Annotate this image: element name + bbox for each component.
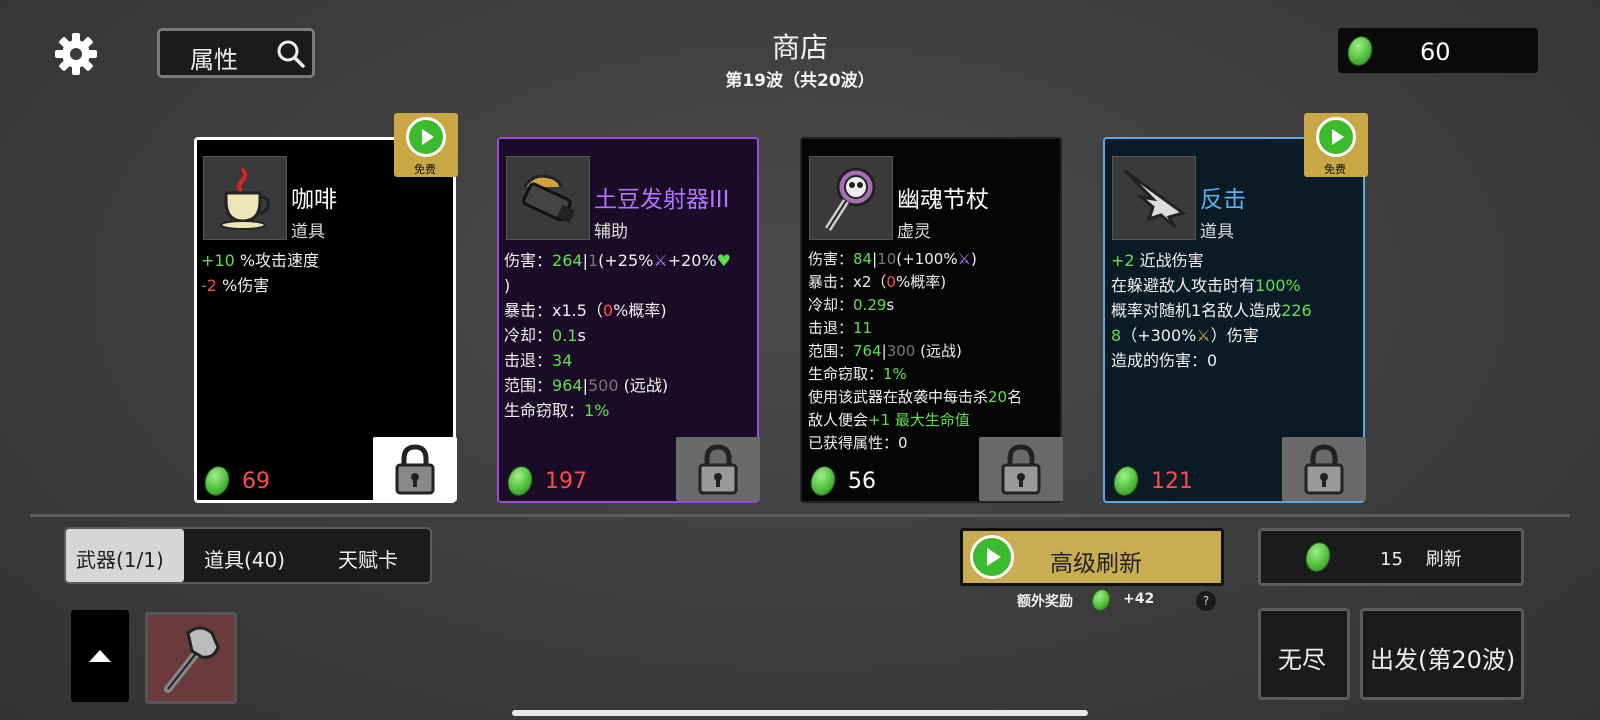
card-type: 道具 xyxy=(1200,222,1234,242)
endless-label: 无尽 xyxy=(1278,646,1326,674)
help-button[interactable]: ? xyxy=(1196,591,1216,611)
card-stat-damage: 伤害：264|1(+25%⚔+20%♥ xyxy=(504,251,732,270)
card-price: 197 xyxy=(545,469,587,494)
gear-icon[interactable] xyxy=(52,30,100,78)
card-stat: 造成的伤害：0 xyxy=(1111,351,1218,370)
lock-icon xyxy=(698,444,738,495)
lock-button[interactable] xyxy=(676,437,760,501)
lock-icon xyxy=(1001,444,1041,495)
card-price: 69 xyxy=(242,469,270,494)
coffee-icon xyxy=(203,156,287,240)
card-price: 121 xyxy=(1151,469,1193,494)
card-stat: -2 %伤害 xyxy=(201,276,270,295)
ghost-scepter-icon xyxy=(809,156,893,240)
card-stat-lifesteal: 生命窃取：1% xyxy=(808,365,907,383)
card-stat-knockback: 击退：11 xyxy=(808,319,873,337)
lock-icon xyxy=(1304,444,1344,495)
axe-icon xyxy=(164,626,220,693)
lock-button[interactable] xyxy=(979,437,1063,501)
heart-icon: ♥ xyxy=(716,251,732,270)
card-name: 土豆发射器III xyxy=(594,187,730,213)
card-stat-lifesteal: 生命窃取：1% xyxy=(504,401,610,420)
card-stat-knockback: 击退：34 xyxy=(504,351,573,370)
card-type: 道具 xyxy=(291,222,325,242)
card-name: 咖啡 xyxy=(291,187,337,213)
card-stat-gained: 已获得属性：0 xyxy=(808,434,908,452)
bonus-label: 额外奖励 xyxy=(1017,594,1073,610)
up-arrow-icon xyxy=(89,650,111,662)
lock-button[interactable] xyxy=(1282,437,1366,501)
page-title: 商店 xyxy=(771,31,828,64)
free-label: 免费 xyxy=(1324,163,1346,176)
card-stat-crit: 暴击：x2（0%概率) xyxy=(808,273,947,291)
search-icon xyxy=(277,40,305,68)
free-label: 免费 xyxy=(414,163,436,176)
lock-button[interactable] xyxy=(373,437,457,501)
start-wave-label: 出发(第20波) xyxy=(1370,646,1516,674)
coin-icon xyxy=(1089,586,1113,614)
card-stat: +2 近战伤害 xyxy=(1111,251,1204,270)
card-name: 反击 xyxy=(1200,187,1246,213)
riposte-icon xyxy=(1112,156,1196,240)
divider xyxy=(30,514,1570,517)
stats-button-label: 属性 xyxy=(190,46,238,74)
play-icon xyxy=(1316,117,1356,157)
card-stat: +10 %攻击速度 xyxy=(201,251,320,270)
home-indicator xyxy=(512,710,1088,716)
tab-weapons[interactable]: 武器(1/1) xyxy=(76,544,164,573)
card-stat-damage: 伤害：84|10(+100%⚔) xyxy=(808,250,977,268)
card-stat: ) xyxy=(504,276,511,295)
card-stat-cooldown: 冷却：0.29s xyxy=(808,296,895,314)
card-type: 虚灵 xyxy=(897,222,931,242)
card-stat-cooldown: 冷却：0.1s xyxy=(504,326,586,345)
tab-talent-cards[interactable]: 天赋卡 xyxy=(338,544,398,573)
lock-icon xyxy=(395,444,435,495)
card-stat: 概率对随机1名敌人造成226 xyxy=(1111,301,1312,320)
refresh-label: 15 刷新 xyxy=(1380,549,1462,570)
card-stat-range: 范围：964|500 (远战) xyxy=(504,376,669,395)
card-stat-range: 范围：764|300 (远战) xyxy=(808,342,962,360)
card-stat: 在躲避敌人攻击时有100% xyxy=(1111,276,1301,295)
card-stat: 8（+300%⚔）伤害 xyxy=(1111,326,1259,345)
wave-indicator: 第19波（共20波） xyxy=(725,71,875,91)
play-icon xyxy=(970,535,1014,579)
currency-value: 60 xyxy=(1420,38,1451,66)
card-price: 56 xyxy=(848,469,876,494)
card-stat-effect: 敌人便会+1 最大生命值 xyxy=(808,411,970,429)
card-stat-effect: 使用该武器在敌袭中每击杀20名 xyxy=(808,388,1023,406)
bonus-value: +42 xyxy=(1123,591,1155,607)
card-stat-crit: 暴击：x1.5（0%概率) xyxy=(504,301,667,320)
play-icon xyxy=(406,117,446,157)
card-name: 幽魂节杖 xyxy=(897,187,989,213)
weapon-slot[interactable] xyxy=(145,612,237,704)
tab-items[interactable]: 道具(40) xyxy=(204,544,285,573)
expand-button[interactable] xyxy=(71,610,129,702)
advanced-refresh-label: 高级刷新 xyxy=(1050,551,1142,577)
card-type: 辅助 xyxy=(594,222,628,242)
potato-launcher-icon xyxy=(506,156,590,240)
